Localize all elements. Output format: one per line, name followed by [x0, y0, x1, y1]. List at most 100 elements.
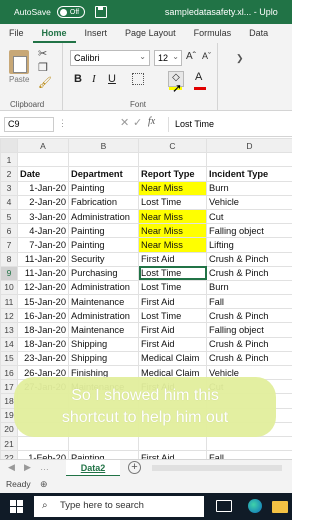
tab-insert[interactable]: Insert	[76, 24, 117, 43]
cell-a5[interactable]: 3-Jan-20	[17, 208, 69, 225]
cell-c8[interactable]: First Aid	[138, 251, 207, 267]
tab-home[interactable]: Home	[32, 24, 76, 43]
cell-d3[interactable]: Burn	[206, 180, 292, 196]
cell-c1[interactable]	[138, 152, 207, 168]
row-header[interactable]: 5	[0, 208, 18, 225]
tab-page-layout[interactable]: Page Layout	[116, 24, 185, 43]
cell-b1[interactable]	[68, 152, 139, 168]
paste-label[interactable]: Paste	[9, 75, 29, 84]
cell-d21[interactable]	[206, 435, 292, 452]
row-header[interactable]: 21	[0, 435, 18, 452]
borders-icon[interactable]	[132, 73, 144, 85]
cell-b12[interactable]: Administration	[68, 308, 139, 324]
row-header[interactable]: 3	[0, 180, 18, 196]
tab-file[interactable]: File	[0, 24, 33, 43]
cancel-icon[interactable]: ✕	[120, 116, 129, 129]
cell-b6[interactable]: Painting	[68, 223, 139, 239]
cell-b13[interactable]: Maintenance	[68, 322, 139, 338]
cell-a8[interactable]: 11-Jan-20	[17, 251, 69, 267]
cut-icon[interactable]: ✂	[38, 47, 47, 60]
row-header[interactable]: 16	[0, 364, 18, 381]
tab-data[interactable]: Data	[240, 24, 277, 43]
task-view-icon[interactable]	[216, 500, 232, 512]
cell-d9[interactable]: Crush & Pinch	[206, 265, 292, 281]
cell-c7[interactable]: Near Miss	[138, 237, 207, 253]
cell-b11[interactable]: Maintenance	[68, 294, 139, 310]
cell-d5[interactable]: Cut	[206, 208, 292, 225]
bold-button[interactable]: B	[74, 73, 82, 85]
cell-d11[interactable]: Fall	[206, 294, 292, 310]
font-name-dropdown[interactable]: Calibri ⌄	[70, 50, 150, 66]
cell-b9[interactable]: Purchasing	[68, 265, 139, 281]
row-header[interactable]: 8	[0, 251, 18, 267]
italic-button[interactable]: I	[92, 73, 96, 85]
increase-font-button[interactable]: Aˆ	[186, 51, 196, 62]
cell-c21[interactable]	[138, 435, 207, 452]
row-header[interactable]: 14	[0, 336, 18, 352]
name-box[interactable]: C9	[4, 117, 54, 132]
cell-a4[interactable]: 2-Jan-20	[17, 194, 69, 210]
cell-c15[interactable]: Medical Claim	[138, 350, 207, 367]
tab-formulas[interactable]: Formulas	[185, 24, 241, 43]
row-header[interactable]: 9	[0, 265, 18, 281]
cell-c9[interactable]: Lost Time	[138, 265, 207, 281]
sheet-nav-left-icon[interactable]: ◀	[8, 462, 15, 473]
column-header[interactable]: C	[138, 137, 207, 154]
cell-d15[interactable]: Crush & Pinch	[206, 350, 292, 367]
cell-d10[interactable]: Burn	[206, 279, 292, 296]
insert-function-icon[interactable]: fx	[148, 116, 155, 127]
format-painter-icon[interactable]: 🖌	[38, 76, 52, 89]
more-groups-chevron-icon[interactable]: ❯	[236, 53, 244, 64]
column-header[interactable]: B	[68, 137, 139, 154]
cell-d4[interactable]: Vehicle	[206, 194, 292, 210]
font-color-icon[interactable]: A	[195, 71, 202, 83]
cell-d2[interactable]: Incident Type	[206, 166, 292, 182]
formula-input[interactable]: Lost Time	[168, 117, 292, 132]
enter-icon[interactable]: ✓	[133, 116, 142, 129]
horizontal-scrollbar[interactable]	[152, 465, 282, 471]
cell-b5[interactable]: Administration	[68, 208, 139, 225]
sheet-nav-right-icon[interactable]: ▶	[24, 462, 31, 473]
cell-c14[interactable]: First Aid	[138, 336, 207, 352]
cell-c10[interactable]: Lost Time	[138, 279, 207, 296]
cell-b3[interactable]: Painting	[68, 180, 139, 196]
sheet-nav-more-icon[interactable]: …	[40, 462, 49, 472]
edge-browser-icon[interactable]	[248, 499, 262, 513]
cell-a21[interactable]	[17, 435, 69, 452]
row-header[interactable]: 12	[0, 308, 18, 324]
cell-b4[interactable]: Fabrication	[68, 194, 139, 210]
underline-button[interactable]: U	[108, 73, 116, 85]
cell-d1[interactable]	[206, 152, 292, 168]
cell-d14[interactable]: Crush & Pinch	[206, 336, 292, 352]
cell-d12[interactable]: Crush & Pinch	[206, 308, 292, 324]
cell-c6[interactable]: Near Miss	[138, 223, 207, 239]
row-header[interactable]: 1	[0, 152, 18, 168]
row-header[interactable]: 2	[0, 166, 18, 182]
cell-b15[interactable]: Shipping	[68, 350, 139, 367]
cell-c13[interactable]: First Aid	[138, 322, 207, 338]
taskbar-search-box[interactable]: ⌕ Type here to search	[34, 496, 204, 517]
cell-a10[interactable]: 12-Jan-20	[17, 279, 69, 296]
cell-a2[interactable]: Date	[17, 166, 69, 182]
row-header[interactable]: 6	[0, 223, 18, 239]
cell-c5[interactable]: Near Miss	[138, 208, 207, 225]
cell-d13[interactable]: Falling object	[206, 322, 292, 338]
row-header[interactable]: 4	[0, 194, 18, 210]
row-header[interactable]: 7	[0, 237, 18, 253]
cell-d7[interactable]: Lifting	[206, 237, 292, 253]
cell-a15[interactable]: 23-Jan-20	[17, 350, 69, 367]
row-header[interactable]: 11	[0, 294, 18, 310]
cell-b2[interactable]: Department	[68, 166, 139, 182]
cell-a13[interactable]: 18-Jan-20	[17, 322, 69, 338]
cell-c2[interactable]: Report Type	[138, 166, 207, 182]
cell-a11[interactable]: 15-Jan-20	[17, 294, 69, 310]
row-header[interactable]: 10	[0, 279, 18, 296]
paste-icon[interactable]	[9, 50, 29, 74]
cell-b14[interactable]: Shipping	[68, 336, 139, 352]
font-size-dropdown[interactable]: 12 ⌄	[154, 50, 182, 66]
copy-icon[interactable]: ❐	[38, 61, 48, 74]
file-explorer-icon[interactable]	[272, 501, 288, 513]
cell-c12[interactable]: Lost Time	[138, 308, 207, 324]
cell-d8[interactable]: Crush & Pinch	[206, 251, 292, 267]
row-header[interactable]: 15	[0, 350, 18, 367]
